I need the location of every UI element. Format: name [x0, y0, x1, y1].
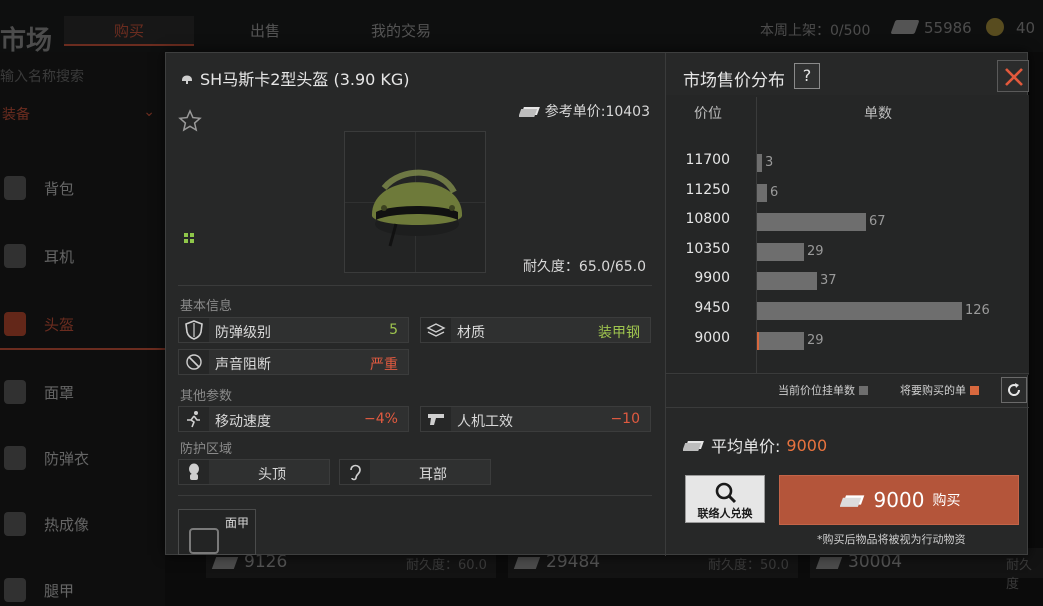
refresh-button[interactable]	[1001, 377, 1027, 403]
material-icon	[426, 323, 446, 337]
close-button[interactable]	[997, 60, 1029, 92]
order-count-bar	[757, 331, 804, 350]
item-title: SH马斯卡2型头盔 (3.90 KG)	[180, 66, 410, 90]
stat-value: 5	[389, 322, 398, 338]
broker-exchange-button[interactable]: 联络人兑换	[685, 475, 765, 523]
order-count-label: 29	[807, 243, 824, 259]
market-distribution-title: 市场售价分布	[683, 71, 785, 91]
zone-label: 耳部	[419, 467, 447, 483]
stat-label: 防弹级别	[215, 325, 271, 341]
sound-block-icon	[186, 354, 202, 370]
item-detail-pane: SH马斯卡2型头盔 (3.90 KG) 参考单价:10403 耐久度：65.0/…	[166, 53, 664, 556]
order-count-label: 126	[965, 303, 990, 318]
search-icon	[715, 482, 737, 504]
stat-label: 移动速度	[215, 414, 271, 430]
stat-value: 装甲钢	[598, 325, 640, 341]
order-count-label: 6	[770, 184, 779, 200]
close-icon	[1005, 68, 1023, 86]
order-count-bar	[757, 302, 962, 320]
item-name: SH马斯卡2型头盔 (3.90 KG)	[200, 70, 410, 89]
order-count-bar	[757, 154, 762, 172]
section-divider	[178, 285, 652, 286]
buy-price: 9000	[873, 488, 925, 512]
market-distribution-pane: 市场售价分布 ? 价位 单数 11700 3 11250 6 10800 67 10350 2…	[665, 53, 1029, 556]
mod-slot-label: 面甲	[224, 516, 249, 530]
reference-price-text: 参考单价:10403	[544, 104, 650, 120]
faceshield-icon	[189, 528, 219, 554]
helmet-icon	[182, 75, 192, 84]
column-header-count: 单数	[864, 106, 892, 122]
zone-head-top: 头顶	[178, 459, 330, 485]
stat-label: 材质	[457, 325, 485, 341]
price-level-label: 9000	[694, 329, 730, 346]
legend-to-buy: 将要购买的单	[900, 382, 979, 398]
price-level-label: 10350	[685, 240, 730, 257]
stat-armor-class: 防弹级别 5	[178, 317, 409, 343]
chart-bottom-border	[666, 373, 1029, 374]
order-count-label: 37	[820, 273, 837, 289]
grid-size-icon	[184, 233, 194, 243]
legend-label: 将要购买的单	[900, 384, 966, 397]
legend-swatch	[859, 385, 868, 395]
average-price-value: 9000	[786, 435, 828, 455]
zone-label: 头顶	[258, 467, 286, 483]
stat-sound-block: 声音阻断 严重	[178, 349, 409, 375]
order-count-bar	[757, 213, 866, 232]
price-level-label: 10800	[685, 211, 730, 228]
shield-icon	[185, 320, 203, 340]
legend-current-orders: 当前价位挂单数	[778, 382, 868, 398]
cash-icon	[839, 495, 864, 507]
stat-label: 人机工效	[457, 414, 513, 430]
head-icon	[189, 463, 199, 480]
buy-label: 购买	[932, 493, 961, 509]
help-button[interactable]: ?	[794, 63, 820, 89]
mod-slot-faceshield[interactable]: 面甲	[178, 509, 256, 555]
ear-icon	[350, 464, 361, 481]
basic-info-heading: 基本信息	[180, 299, 233, 314]
stat-value: −10	[610, 411, 640, 427]
item-durability: 耐久度：65.0/65.0	[522, 259, 646, 275]
price-level-label: 11250	[685, 181, 730, 198]
price-level-label: 9450	[694, 300, 730, 316]
column-header-price: 价位	[694, 106, 722, 122]
stat-material: 材质 装甲钢	[420, 317, 651, 343]
average-price-label: 平均单价:	[711, 437, 781, 456]
order-count-bar	[757, 242, 804, 261]
cash-icon	[683, 441, 704, 451]
average-price: 平均单价: 9000	[683, 433, 827, 457]
legend-label: 当前价位挂单数	[778, 384, 855, 397]
price-level-label: 9900	[694, 270, 730, 287]
buy-note: *购买后物品将被视为行动物资	[817, 533, 966, 546]
stat-move-speed: 移动速度 −4%	[178, 406, 409, 432]
order-count-label: 29	[807, 332, 824, 348]
item-image-frame	[344, 131, 486, 273]
stat-label: 声音阻断	[215, 357, 271, 373]
purchase-dialog: SH马斯卡2型头盔 (3.90 KG) 参考单价:10403 耐久度：65.0/…	[165, 52, 1029, 556]
order-count-label: 67	[869, 214, 886, 230]
legend-bottom-border	[666, 407, 1029, 408]
other-params-heading: 其他参数	[180, 389, 233, 404]
stat-ergonomics: 人机工效 −10	[420, 406, 651, 432]
legend-swatch	[970, 385, 979, 395]
order-count-label: 3	[765, 155, 774, 170]
stat-value: 严重	[370, 357, 398, 373]
order-count-bar	[757, 272, 817, 291]
reference-price: 参考单价:10403	[518, 101, 650, 121]
buy-button[interactable]: 9000 购买	[779, 475, 1019, 525]
to-buy-bar	[757, 331, 759, 350]
favorite-star-icon[interactable]	[178, 109, 202, 133]
protection-heading: 防护区域	[180, 442, 233, 457]
helmet-image	[371, 169, 463, 247]
order-count-bar	[757, 183, 767, 202]
refresh-icon	[1008, 383, 1021, 396]
run-icon	[187, 411, 200, 428]
cash-icon	[518, 107, 540, 117]
zone-ears: 耳部	[339, 459, 491, 485]
price-level-label: 11700	[685, 152, 730, 168]
broker-exchange-label: 联络人兑换	[697, 507, 753, 520]
pistol-icon	[428, 414, 444, 425]
section-divider	[178, 495, 652, 496]
stat-value: −4%	[364, 411, 398, 427]
